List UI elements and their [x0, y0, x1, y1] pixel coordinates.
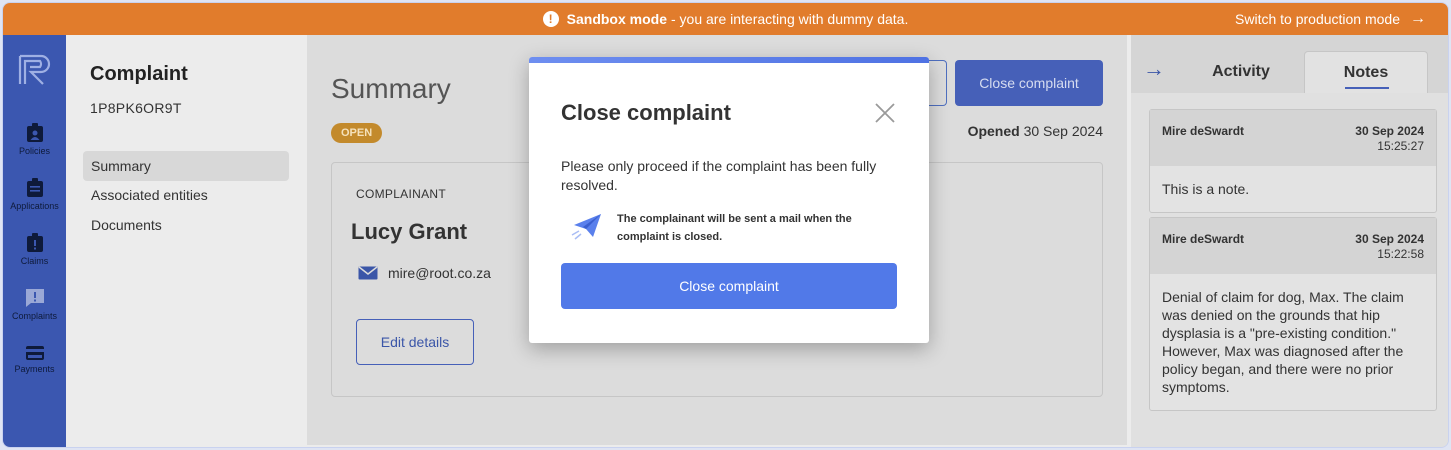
opened-date: Opened 30 Sep 2024 — [968, 123, 1103, 139]
confirm-close-complaint-button[interactable]: Close complaint — [561, 263, 897, 309]
tab-label: Notes — [1343, 63, 1389, 81]
close-complaint-modal: Close complaint Please only proceed if t… — [529, 57, 929, 343]
active-tab-indicator — [1345, 87, 1389, 89]
note-header: Mire deSwardt 30 Sep 2024 15:22:58 — [1150, 218, 1436, 274]
tab-activity[interactable]: Activity — [1179, 51, 1303, 93]
close-complaint-button[interactable]: Close complaint — [955, 60, 1103, 106]
badge-icon — [26, 123, 43, 142]
note-card: Mire deSwardt 30 Sep 2024 15:25:27 This … — [1149, 109, 1437, 213]
complainant-name: Lucy Grant — [351, 219, 468, 244]
arrow-right-icon: → — [1410, 10, 1426, 27]
note-author: Mire deSwardt — [1162, 124, 1245, 138]
rail-item-complaints[interactable]: Complaints — [3, 288, 66, 321]
close-icon[interactable] — [874, 102, 896, 124]
rail-item-policies[interactable]: Policies — [3, 123, 66, 156]
claim-icon — [26, 233, 43, 252]
subnav-title: Complaint — [90, 63, 188, 85]
page-title: Summary — [331, 73, 451, 104]
right-panel: → Activity Notes Mire deSwardt 30 Sep 20… — [1131, 35, 1448, 447]
app-window: ! Sandbox mode - you are interacting wit… — [2, 2, 1449, 448]
rail-label: Claims — [20, 256, 49, 266]
warning-icon: ! — [542, 11, 559, 27]
nav-rail: Policies Applications Claims Complaints … — [3, 35, 66, 447]
opened-label: Opened — [967, 123, 1020, 139]
complaint-id: 1P8PK6OR9T — [90, 100, 182, 116]
sandbox-banner: ! Sandbox mode - you are interacting wit… — [3, 3, 1448, 35]
edit-details-button[interactable]: Edit details — [356, 319, 474, 365]
complainant-section-label: COMPLAINANT — [356, 187, 446, 201]
modal-accent-bar — [529, 57, 929, 63]
mail-icon — [358, 266, 378, 280]
modal-title: Close complaint — [561, 100, 731, 125]
collapse-panel-icon[interactable]: → — [1143, 58, 1165, 80]
note-date: 30 Sep 2024 — [1355, 124, 1424, 138]
rail-item-claims[interactable]: Claims — [3, 233, 66, 266]
note-author: Mire deSwardt — [1162, 232, 1245, 246]
subnav-item-summary[interactable]: Summary — [83, 151, 289, 181]
tab-notes[interactable]: Notes — [1304, 51, 1428, 93]
status-badge: OPEN — [331, 123, 383, 143]
modal-notice: The complainant will be sent a mail when… — [617, 213, 852, 243]
note-date: 30 Sep 2024 — [1355, 232, 1424, 246]
tab-label: Activity — [1212, 63, 1270, 80]
rail-label: Applications — [10, 201, 59, 211]
rail-item-payments[interactable]: Payments — [3, 345, 66, 374]
opened-date-value: 30 Sep 2024 — [1023, 123, 1103, 139]
switch-to-production-link[interactable]: Switch to production mode → — [1235, 3, 1426, 35]
note-time: 15:25:27 — [1377, 139, 1424, 153]
chat-alert-icon — [25, 289, 44, 307]
note-body: This is a note. — [1162, 181, 1250, 197]
rail-label: Complaints — [11, 311, 58, 321]
note-card: Mire deSwardt 30 Sep 2024 15:22:58 Denia… — [1149, 217, 1437, 411]
note-time: 15:22:58 — [1377, 247, 1424, 261]
subnav-item-associated-entities[interactable]: Associated entities — [83, 180, 289, 210]
note-body: Denial of claim for dog, Max. The claim … — [1162, 289, 1404, 395]
notes-list: Mire deSwardt 30 Sep 2024 15:25:27 This … — [1131, 93, 1448, 447]
modal-message: Please only proceed if the complaint has… — [561, 158, 877, 193]
subnav-item-documents[interactable]: Documents — [83, 210, 289, 240]
root-logo-icon[interactable] — [17, 53, 51, 87]
sandbox-mode-label: Sandbox mode — [566, 11, 667, 27]
complainant-email: mire@root.co.za — [358, 265, 491, 281]
rail-item-applications[interactable]: Applications — [3, 178, 66, 211]
rail-label: Payments — [14, 364, 55, 374]
switch-label: Switch to production mode — [1235, 11, 1400, 27]
email-value: mire@root.co.za — [388, 265, 491, 281]
panel-tabbar: → Activity Notes — [1131, 35, 1448, 93]
rail-label: Policies — [18, 146, 50, 156]
clipboard-icon — [26, 178, 43, 197]
note-header: Mire deSwardt 30 Sep 2024 15:25:27 — [1150, 110, 1436, 166]
sandbox-message: - you are interacting with dummy data. — [671, 11, 909, 27]
complaint-subnav: Complaint 1P8PK6OR9T Summary Associated … — [66, 35, 307, 447]
paper-plane-icon — [571, 214, 601, 240]
card-icon — [25, 346, 44, 360]
